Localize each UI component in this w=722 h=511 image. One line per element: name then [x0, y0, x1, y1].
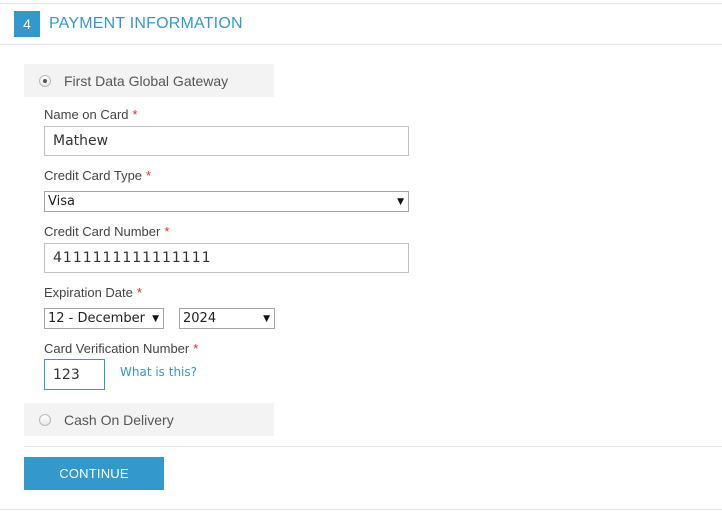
- required-mark: *: [136, 285, 142, 300]
- chevron-down-icon: ▼: [150, 313, 159, 324]
- card-type-label: Credit Card Type *: [44, 168, 151, 183]
- radio-first-data[interactable]: [39, 74, 51, 87]
- card-type-select[interactable]: Visa ▼: [44, 191, 409, 212]
- section-header: 4 PAYMENT INFORMATION: [14, 11, 243, 37]
- continue-button[interactable]: CONTINUE: [24, 457, 164, 490]
- input-value: 123: [53, 366, 80, 383]
- chevron-down-icon: ▼: [261, 313, 270, 324]
- name-on-card-label: Name on Card *: [44, 107, 138, 122]
- card-number-label: Credit Card Number *: [44, 224, 169, 239]
- section-title: PAYMENT INFORMATION: [49, 15, 243, 32]
- payment-method-first-data[interactable]: First Data Global Gateway: [24, 64, 274, 97]
- select-value: 12 - December: [48, 311, 145, 326]
- input-value: Mathew: [53, 133, 109, 149]
- input-value: 4111111111111111: [53, 250, 212, 266]
- payment-method-label: Cash On Delivery: [64, 411, 174, 428]
- radio-cash-on-delivery[interactable]: [39, 413, 51, 426]
- label-text: Credit Card Number: [44, 224, 161, 239]
- expiration-month-select[interactable]: 12 - December ▼: [44, 308, 164, 329]
- required-mark: *: [164, 224, 170, 239]
- label-text: Expiration Date: [44, 285, 133, 300]
- required-mark: *: [146, 168, 152, 183]
- name-on-card-input[interactable]: Mathew: [44, 126, 409, 156]
- label-text: Card Verification Number: [44, 341, 190, 356]
- payment-method-label: First Data Global Gateway: [64, 72, 229, 89]
- card-number-input[interactable]: 4111111111111111: [44, 243, 409, 273]
- cvv-label: Card Verification Number *: [44, 341, 198, 356]
- required-mark: *: [132, 107, 138, 122]
- actions-divider: [24, 446, 722, 447]
- expiration-date-label: Expiration Date *: [44, 285, 142, 300]
- select-value: 2024: [183, 311, 217, 326]
- cvv-input[interactable]: 123: [44, 359, 105, 390]
- label-text: Credit Card Type: [44, 168, 143, 183]
- expiration-year-select[interactable]: 2024 ▼: [179, 308, 275, 329]
- payment-method-cash-on-delivery[interactable]: Cash On Delivery: [24, 403, 274, 436]
- label-text: Name on Card: [44, 107, 129, 122]
- step-number-badge: 4: [14, 11, 40, 37]
- header-divider: [0, 44, 722, 45]
- required-mark: *: [193, 341, 199, 356]
- chevron-down-icon: ▼: [395, 196, 404, 207]
- what-is-this-link[interactable]: What is this?: [120, 365, 197, 379]
- top-divider: [0, 3, 722, 4]
- select-value: Visa: [48, 194, 75, 209]
- bottom-divider: [0, 509, 722, 510]
